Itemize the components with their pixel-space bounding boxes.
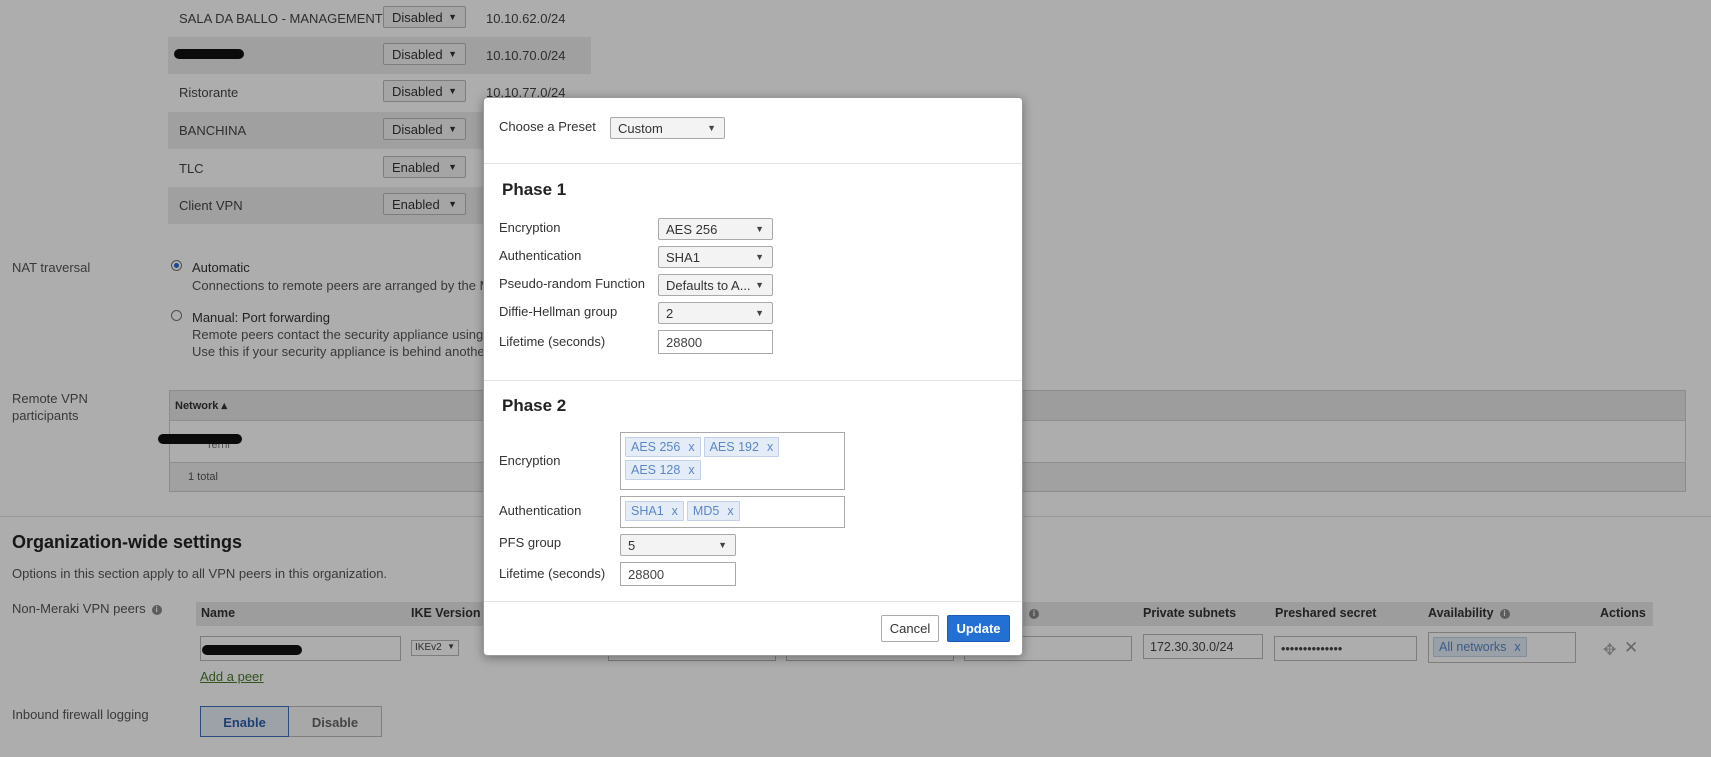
preset-select[interactable]: Custom ▼ [610, 117, 725, 139]
dh-group-label: Diffie-Hellman group [499, 304, 618, 319]
authentication-tag[interactable]: MD5 x [686, 501, 740, 521]
caret-down-icon: ▼ [718, 540, 727, 550]
encryption-tag[interactable]: AES 192 x [703, 437, 780, 457]
modal-divider [484, 601, 1022, 602]
phase1-encryption-label: Encryption [499, 220, 561, 235]
modal-divider [484, 380, 1022, 381]
phase2-title: Phase 2 [502, 396, 567, 415]
phase1-lifetime-input[interactable]: 28800 [658, 330, 773, 354]
phase1-title: Phase 1 [502, 180, 567, 199]
remove-tag-icon[interactable]: x [672, 504, 678, 518]
phase2-authentication-tags[interactable]: SHA1 x MD5 x [620, 496, 845, 528]
remove-tag-icon[interactable]: x [767, 440, 773, 454]
caret-down-icon: ▼ [755, 252, 764, 262]
caret-down-icon: ▼ [755, 308, 764, 318]
phase2-encryption-label: Encryption [499, 453, 561, 468]
prf-select[interactable]: Defaults to A... ▼ [658, 274, 773, 296]
phase2-lifetime-input[interactable]: 28800 [620, 562, 736, 586]
remove-tag-icon[interactable]: x [727, 504, 733, 518]
phase1-authentication-label: Authentication [499, 248, 582, 263]
caret-down-icon: ▼ [707, 123, 716, 133]
update-button[interactable]: Update [947, 615, 1010, 642]
ipsec-policy-modal: Choose a Preset Custom ▼ Phase 1 Encrypti… [483, 97, 1023, 656]
phase1-encryption-select[interactable]: AES 256 ▼ [658, 218, 773, 240]
caret-down-icon: ▼ [755, 280, 764, 290]
pfs-group-select[interactable]: 5 ▼ [620, 534, 736, 556]
dh-group-select[interactable]: 2 ▼ [658, 302, 773, 324]
preset-label: Choose a Preset [499, 119, 596, 134]
remove-tag-icon[interactable]: x [688, 463, 694, 477]
phase1-lifetime-label: Lifetime (seconds) [499, 334, 606, 349]
phase2-authentication-label: Authentication [499, 503, 582, 518]
encryption-tag[interactable]: AES 128 x [625, 460, 701, 480]
phase2-encryption-tags[interactable]: AES 256 x AES 192 x AES 128 x [620, 432, 845, 490]
phase1-authentication-select[interactable]: SHA1 ▼ [658, 246, 773, 268]
remove-tag-icon[interactable]: x [688, 440, 694, 454]
cancel-button[interactable]: Cancel [881, 615, 939, 642]
modal-divider [484, 163, 1022, 164]
authentication-tag[interactable]: SHA1 x [625, 501, 684, 521]
caret-down-icon: ▼ [755, 224, 764, 234]
phase2-lifetime-label: Lifetime (seconds) [499, 566, 606, 581]
encryption-tag[interactable]: AES 256 x [625, 437, 701, 457]
prf-label: Pseudo-random Function [499, 276, 645, 291]
pfs-group-label: PFS group [499, 535, 562, 550]
